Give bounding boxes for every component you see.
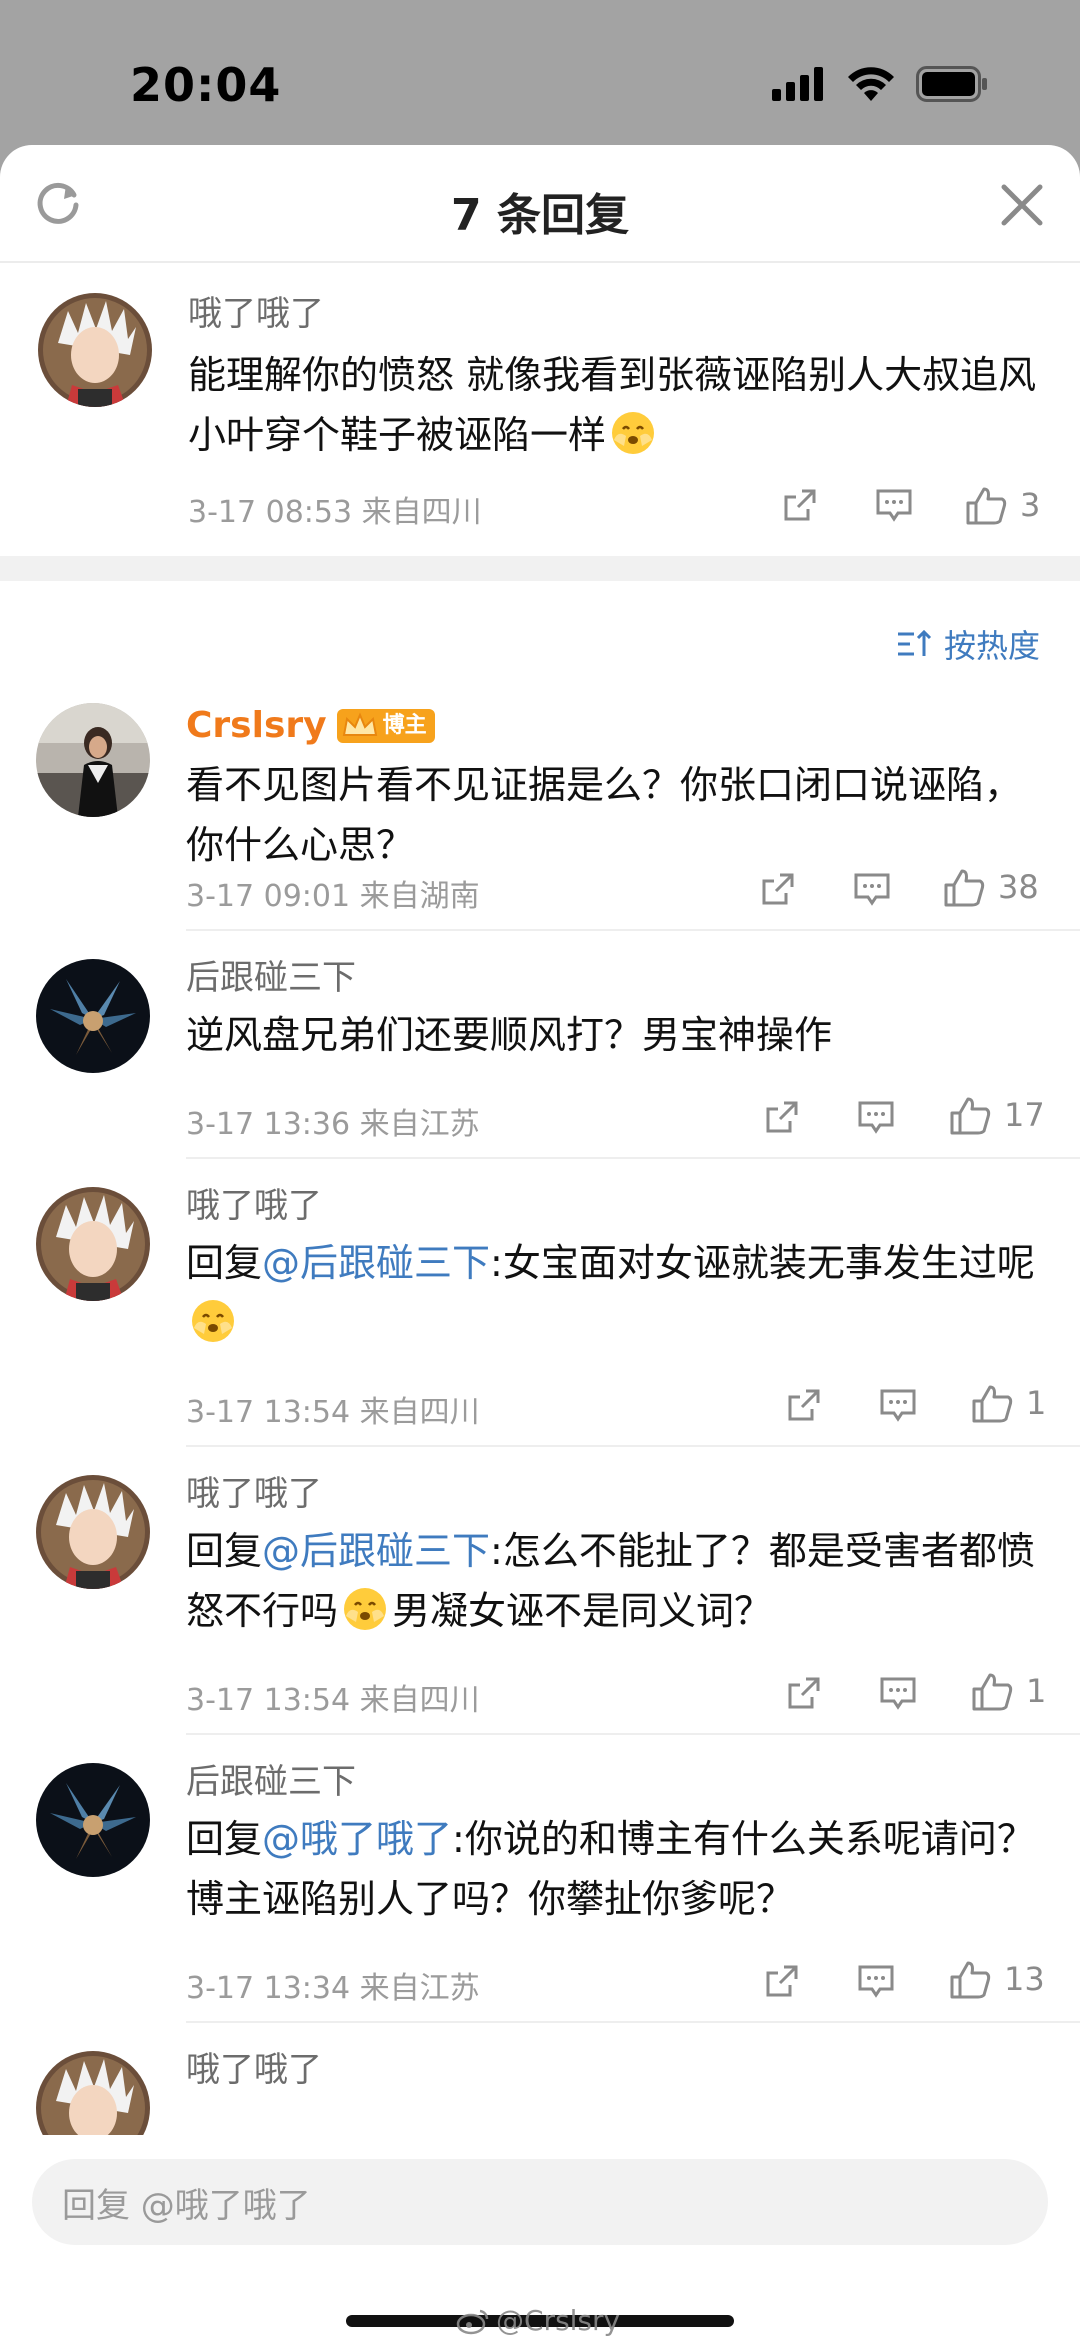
comment-time: 3-17 08:53 来自四川 — [188, 495, 482, 530]
like-icon — [950, 1961, 991, 1999]
sheet-title: 7 条回复 — [451, 190, 629, 241]
reply-bar-container: 回复 @哦了哦了 @Crslsry — [0, 2135, 1080, 2349]
comment-icon[interactable] — [878, 1385, 918, 1425]
avatar[interactable] — [36, 1475, 150, 1589]
comment-text-content: 男凝女诬不是同义词？ — [392, 1589, 773, 1633]
comment-meta: 3-17 08:53 来自四川 3 — [188, 473, 1080, 543]
like-icon — [972, 1673, 1013, 1711]
root-comment: 哦了哦了 能理解你的愤怒 就像我看到张薇诬陷别人大叔追风小叶穿个鞋子被诬陷一样 … — [0, 263, 1080, 556]
username[interactable]: 哦了哦了 — [186, 2045, 1080, 2095]
weibo-logo-icon — [456, 2309, 489, 2334]
like-button[interactable]: 1 — [970, 1383, 1046, 1423]
status-icons — [772, 66, 988, 102]
username[interactable]: 哦了哦了 — [186, 1181, 1080, 1231]
username[interactable]: 后跟碰三下 — [186, 953, 1080, 1003]
like-button[interactable]: 3 — [964, 485, 1040, 525]
share-icon[interactable] — [762, 1097, 802, 1137]
share-icon[interactable] — [758, 869, 798, 909]
reply-item: 哦了哦了 — [36, 2023, 1080, 2165]
username[interactable]: 后跟碰三下 — [186, 1757, 1080, 1807]
reply-item: 后跟碰三下 回复@哦了哦了:你说的和博主有什么关系呢请问？博主诬陷别人了吗？你攀… — [36, 1735, 1080, 2023]
crown-icon — [342, 712, 377, 736]
signal-icon — [772, 67, 823, 101]
like-count: 3 — [1020, 486, 1041, 524]
comment-time: 3-17 13:54 来自四川 — [186, 1683, 480, 1718]
like-button[interactable]: 13 — [948, 1959, 1045, 1999]
username[interactable]: 哦了哦了 — [188, 289, 1080, 339]
avatar[interactable] — [36, 959, 150, 1073]
reply-prefix: 回复 — [186, 1529, 263, 1573]
sort-row: 按热度 — [0, 581, 1080, 701]
mention-link[interactable]: @后跟碰三下 — [262, 1241, 490, 1285]
comment-text: 回复@哦了哦了:你说的和博主有什么关系呢请问？博主诬陷别人了吗？你攀扯你爹呢？ — [186, 1809, 1080, 1929]
section-divider — [0, 556, 1080, 581]
username[interactable]: Crslsry 博主 — [186, 701, 1080, 751]
reply-item: Crslsry 博主 看不见图片看不见证据是么？你张口闭口说诬陷，你什么心思？ … — [36, 701, 1080, 931]
avatar[interactable] — [38, 293, 152, 407]
like-button[interactable]: 1 — [970, 1671, 1046, 1711]
comment-icon[interactable] — [856, 1097, 896, 1137]
share-icon[interactable] — [762, 1961, 802, 2001]
comment-text: 看不见图片看不见证据是么？你张口闭口说诬陷，你什么心思？ — [186, 763, 1023, 867]
avatar[interactable] — [36, 1763, 150, 1877]
like-count: 38 — [998, 868, 1039, 906]
watermark: @Crslsry — [456, 2304, 620, 2337]
like-icon — [950, 1097, 991, 1135]
share-icon[interactable] — [784, 1673, 824, 1713]
sort-icon — [897, 629, 932, 656]
like-icon — [944, 869, 985, 907]
root-comment-body: 哦了哦了 能理解你的愤怒 就像我看到张薇诬陷别人大叔追风小叶穿个鞋子被诬陷一样 … — [38, 263, 1080, 543]
comment-time: 3-17 13:34 来自江苏 — [186, 1971, 480, 2006]
sort-label: 按热度 — [943, 627, 1040, 665]
comment-text: 能理解你的愤怒 就像我看到张薇诬陷别人大叔追风小叶穿个鞋子被诬陷一样 — [188, 345, 1080, 465]
like-icon — [966, 487, 1007, 525]
sheet-header: 7 条回复 — [0, 145, 1080, 263]
comment-icon[interactable] — [856, 1961, 896, 2001]
share-icon[interactable] — [780, 485, 820, 525]
avatar[interactable] — [36, 1187, 150, 1301]
blogger-badge: 博主 — [336, 709, 435, 743]
reply-prefix: 回复 — [186, 1241, 263, 1285]
like-count: 17 — [1004, 1096, 1045, 1134]
reply-item: 哦了哦了 回复@后跟碰三下:女宝面对女诬就装无事发生过呢 3-17 13:54 … — [36, 1159, 1080, 1447]
like-count: 1 — [1026, 1384, 1047, 1422]
comment-time: 3-17 09:01 来自湖南 — [186, 879, 480, 914]
wifi-icon — [848, 67, 894, 101]
blush-emoji — [192, 1300, 234, 1342]
status-bar: 20:04 — [0, 0, 1080, 145]
comment-text-content: :女宝面对女诬就装无事发生过呢 — [490, 1241, 1035, 1285]
comment-text: 回复@后跟碰三下:女宝面对女诬就装无事发生过呢 — [186, 1233, 1080, 1353]
comment-icon[interactable] — [874, 485, 914, 525]
watermark-text: @Crslsry — [496, 2304, 621, 2337]
comment-time: 3-17 13:54 来自四川 — [186, 1395, 480, 1430]
comment-icon[interactable] — [852, 869, 892, 909]
mention-link[interactable]: @后跟碰三下 — [262, 1529, 490, 1573]
blush-emoji — [344, 1588, 387, 1630]
like-button[interactable]: 38 — [942, 867, 1039, 907]
avatar[interactable] — [36, 703, 150, 817]
reply-item: 哦了哦了 回复@后跟碰三下:怎么不能扯了？都是受害者都愤怒不行吗 男凝女诬不是同义… — [36, 1447, 1080, 1735]
share-icon[interactable] — [784, 1385, 824, 1425]
blush-emoji — [612, 412, 655, 454]
status-time: 20:04 — [130, 58, 282, 112]
comment-icon[interactable] — [878, 1673, 918, 1713]
battery-icon — [916, 66, 987, 102]
mention-link[interactable]: @哦了哦了 — [262, 1817, 452, 1861]
replies-sheet: 7 条回复 哦了哦了 能理解你的愤怒 就像我看到张薇诬陷别人大叔追风小叶穿个鞋子… — [0, 145, 1080, 2349]
username[interactable]: 哦了哦了 — [186, 1469, 1080, 1519]
like-icon — [972, 1385, 1013, 1423]
reply-input[interactable]: 回复 @哦了哦了 — [32, 2159, 1048, 2245]
like-button[interactable]: 17 — [948, 1095, 1045, 1135]
sort-by-hot-button[interactable]: 按热度 — [896, 621, 1040, 667]
username-text: Crslsry — [186, 705, 327, 746]
like-count: 1 — [1026, 1672, 1047, 1710]
badge-label: 博主 — [382, 713, 427, 738]
comment-text: 回复@后跟碰三下:怎么不能扯了？都是受害者都愤怒不行吗 男凝女诬不是同义词？ — [186, 1521, 1080, 1641]
comment-text: 逆风盘兄弟们还要顺风打？男宝神操作 — [186, 1013, 833, 1057]
reply-item: 后跟碰三下 逆风盘兄弟们还要顺风打？男宝神操作 3-17 13:36 来自江苏 … — [36, 931, 1080, 1159]
close-icon[interactable] — [994, 177, 1050, 233]
comment-time: 3-17 13:36 来自江苏 — [186, 1107, 480, 1142]
like-count: 13 — [1004, 1960, 1045, 1998]
reply-prefix: 回复 — [186, 1817, 263, 1861]
